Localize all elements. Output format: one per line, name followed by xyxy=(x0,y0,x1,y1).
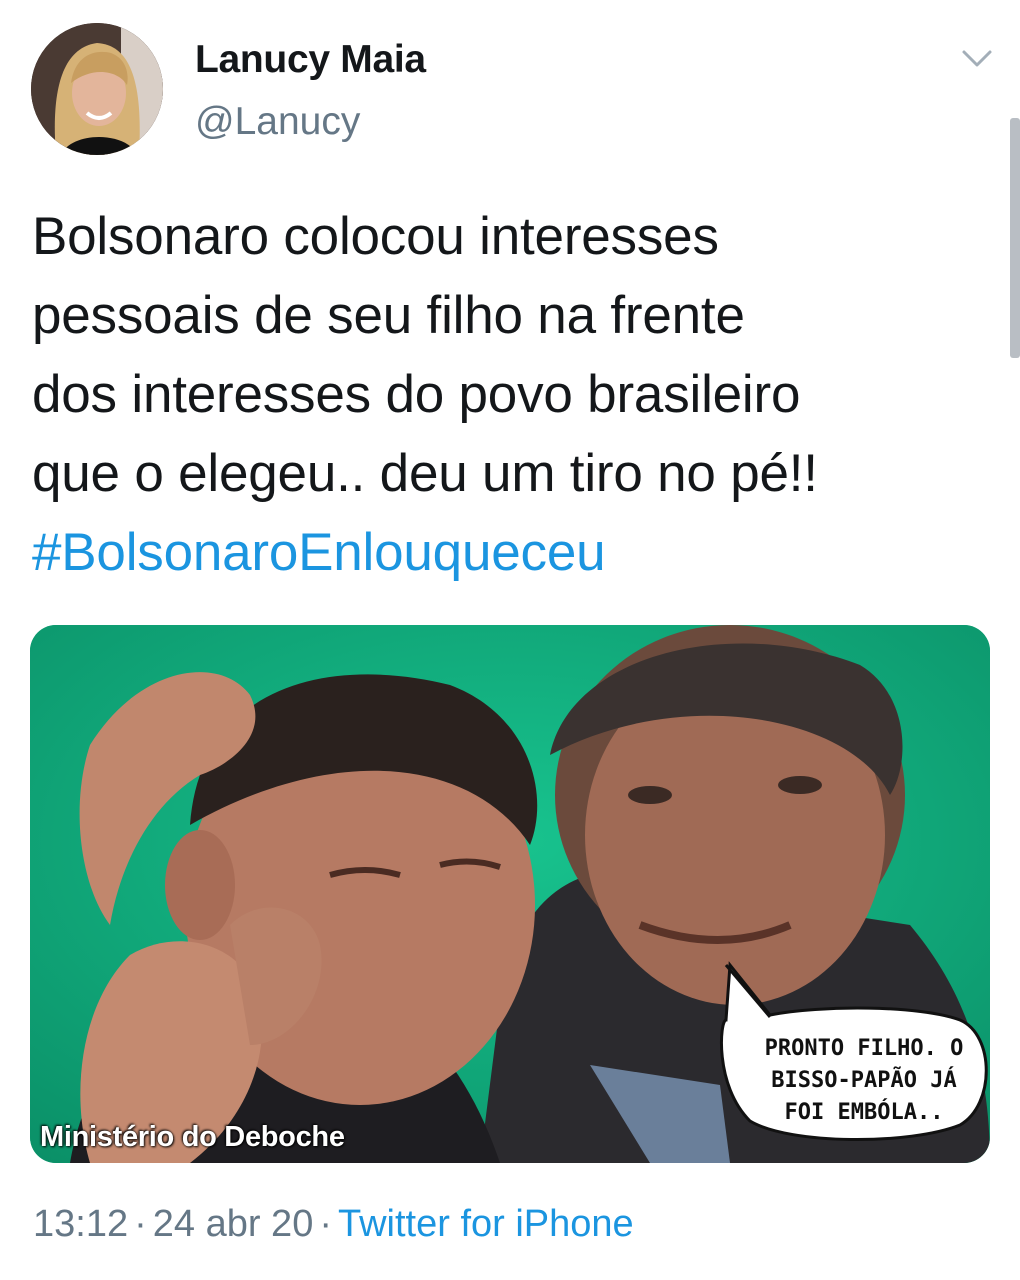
tweet-media-image[interactable]: Ministério do Deboche PRONTO FILHO. O BI… xyxy=(30,625,990,1163)
speech-line: FOI EMBÓLA.. xyxy=(784,1100,944,1125)
tweet: Lanucy Maia @Lanucy Bolsonaro colocou in… xyxy=(0,0,1020,1280)
speech-line: PRONTO FILHO. O xyxy=(764,1036,964,1061)
tweet-time[interactable]: 13:12 xyxy=(33,1203,128,1245)
chevron-down-icon[interactable] xyxy=(960,46,994,72)
tweet-meta: 13:12 · 24 abr 20 · Twitter for iPhone xyxy=(33,1203,634,1246)
author-avatar[interactable] xyxy=(31,23,163,155)
tweet-text-line: pessoais de seu filho na frente xyxy=(32,286,745,345)
scrollbar[interactable] xyxy=(1010,118,1020,358)
tweet-text: Bolsonaro colocou interesses pessoais de… xyxy=(32,197,982,592)
tweet-text-line: Bolsonaro colocou interesses xyxy=(32,207,719,266)
meta-separator: · xyxy=(134,1203,147,1245)
meta-separator: · xyxy=(319,1203,332,1245)
tweet-date[interactable]: 24 abr 20 xyxy=(153,1203,314,1245)
tweet-source-link[interactable]: Twitter for iPhone xyxy=(338,1203,634,1245)
avatar-image xyxy=(31,23,163,155)
speech-line: BISSO-PAPÃO JÁ xyxy=(771,1068,957,1093)
tweet-text-line: que o elegeu.. deu um tiro no pé!! xyxy=(32,444,818,503)
hashtag-link[interactable]: #BolsonaroEnlouqueceu xyxy=(32,513,982,592)
tweet-text-line: dos interesses do povo brasileiro xyxy=(32,365,801,424)
author-display-name[interactable]: Lanucy Maia xyxy=(195,38,426,82)
author-handle[interactable]: @Lanucy xyxy=(195,100,360,144)
speech-bubble-text: PRONTO FILHO. O BISSO-PAPÃO JÁ FOI EMBÓL… xyxy=(734,1033,990,1129)
media-watermark: Ministério do Deboche xyxy=(40,1121,345,1153)
